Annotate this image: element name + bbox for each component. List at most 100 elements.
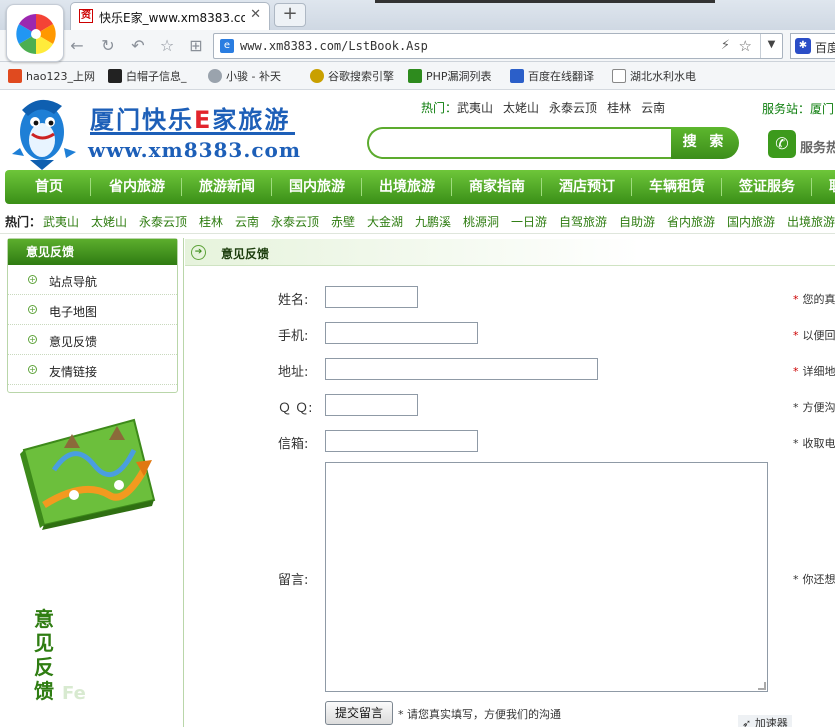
sidebar-title: 意见反馈 xyxy=(8,239,177,265)
sidebar-item-site-nav[interactable]: + 站点导航 xyxy=(8,265,177,295)
forward-refresh-icon[interactable]: ↻ xyxy=(97,36,119,58)
email-note: * 收取电 xyxy=(793,437,835,450)
bookmark-google[interactable]: 谷歌搜索引擎 xyxy=(310,68,394,84)
bookmark-butian[interactable]: 小骏 - 补天 xyxy=(208,68,281,84)
site-search-button[interactable]: 搜 索 xyxy=(671,127,739,159)
bookmark-php[interactable]: PHP漏洞列表 xyxy=(408,68,492,84)
hot-row-item[interactable]: 赤壁 xyxy=(331,213,355,230)
logo-underline xyxy=(90,132,295,135)
hot-row-item[interactable]: 国内旅游 xyxy=(727,213,775,230)
email-input[interactable] xyxy=(325,430,478,452)
resize-grip-icon[interactable] xyxy=(758,682,766,690)
sidebar-item-feedback[interactable]: + 意见反馈 xyxy=(8,325,177,355)
favicon-icon: 资 xyxy=(79,9,93,23)
nav-domestic-travel[interactable]: 国内旅游 xyxy=(289,170,345,204)
address-label: 地址: xyxy=(278,365,309,380)
sidebar-item-map[interactable]: + 电子地图 xyxy=(8,295,177,325)
bookmark-fanyi[interactable]: 百度在线翻译 xyxy=(510,68,594,84)
nav-visa-service[interactable]: 签证服务 xyxy=(739,170,795,204)
bookmark-hubei[interactable]: 湖北水利水电 xyxy=(612,68,696,84)
hot-row-item[interactable]: 永泰云顶 xyxy=(139,213,187,230)
undo-icon[interactable]: ↶ xyxy=(127,36,149,58)
nav-home[interactable]: 首页 xyxy=(35,170,63,204)
lightning-icon[interactable]: ⚡ xyxy=(721,38,730,53)
favorite-star-icon[interactable]: ☆ xyxy=(156,36,178,58)
phone-icon: ✆ xyxy=(768,130,796,158)
url-dropdown-icon[interactable]: ▼ xyxy=(760,34,782,58)
message-textarea[interactable] xyxy=(325,462,768,692)
site-header: 厦门快乐E家旅游 www.xm8383.com 热门：武夷山 太姥山 永泰云顶 桂林云… xyxy=(0,90,835,170)
nav-merchant-guide[interactable]: 商家指南 xyxy=(469,170,525,204)
hot-row-item[interactable]: 大金湖 xyxy=(367,213,403,230)
close-icon[interactable]: ✕ xyxy=(250,7,261,22)
hot-row-item[interactable]: 省内旅游 xyxy=(667,213,715,230)
service-station-label: 服务站：厦门 xyxy=(762,102,835,116)
back-arrow-icon[interactable]: ← xyxy=(66,36,88,58)
nav-travel-news[interactable]: 旅游新闻 xyxy=(199,170,255,204)
status-bar xyxy=(0,714,835,727)
nav-separator xyxy=(721,178,722,196)
search-engine-box[interactable]: ✱ 百度 xyxy=(790,33,835,59)
hot-row-label: 热门： xyxy=(5,215,42,229)
address-note: * 详细地 xyxy=(793,365,835,378)
email-label: 信箱: xyxy=(278,437,309,452)
page-root: 资 快乐E家_www.xm8383.com_Pc ✕ + ← ↻ ↶ ☆ ⊞ e xyxy=(0,0,835,727)
address-input[interactable] xyxy=(325,358,598,380)
grid-apps-icon[interactable]: ⊞ xyxy=(185,36,207,58)
hot-row-item[interactable]: 武夷山 xyxy=(43,213,79,230)
search-engine-label: 百度 xyxy=(815,41,835,55)
hot-keyword[interactable]: 太姥山 xyxy=(503,101,539,115)
bookmarks-bar: hao123_上网 白帽子信息_ 小骏 - 补天 谷歌搜索引擎 PHP漏洞列表 … xyxy=(0,62,835,90)
site-logo-url[interactable]: www.xm8383.com xyxy=(88,138,301,162)
hot-row-item[interactable]: 桂林 xyxy=(199,213,223,230)
hot-row-item[interactable]: 一日游 xyxy=(511,213,547,230)
bookmark-icon xyxy=(108,69,122,83)
nav-separator xyxy=(271,178,272,196)
hot-keyword[interactable]: 云南 xyxy=(641,101,665,115)
hot-row-item[interactable]: 九鹏溪 xyxy=(415,213,451,230)
content-header: ➔ 意见反馈 xyxy=(185,239,835,266)
name-note: * 您的真 xyxy=(793,293,835,306)
accelerator-status[interactable]: ➶ 加速器 xyxy=(738,715,792,727)
nav-outbound-travel[interactable]: 出境旅游 xyxy=(379,170,435,204)
qq-input[interactable] xyxy=(325,394,418,416)
qq-label: Ｑ Ｑ: xyxy=(278,401,313,416)
message-label: 留言: xyxy=(278,573,309,588)
hot-row-item[interactable]: 自驾旅游 xyxy=(559,213,607,230)
nav-separator xyxy=(811,178,812,196)
hot-row-item[interactable]: 桃源洞 xyxy=(463,213,499,230)
phone-input[interactable] xyxy=(325,322,478,344)
hot-row-item[interactable]: 云南 xyxy=(235,213,259,230)
nav-contact[interactable]: 联 xyxy=(829,170,835,204)
address-bar[interactable]: e www.xm8383.com/LstBook.Asp ⚡ ☆ ▼ xyxy=(213,33,783,59)
hot-keyword[interactable]: 桂林 xyxy=(607,101,631,115)
page-icon xyxy=(612,69,626,83)
hot-row-item[interactable]: 永泰云顶 xyxy=(271,213,319,230)
browser-tab-bar: 资 快乐E家_www.xm8383.com_Pc ✕ + xyxy=(0,0,835,30)
new-tab-button[interactable]: + xyxy=(274,3,306,27)
sidebar-item-links[interactable]: + 友情链接 xyxy=(8,355,177,385)
nav-hotel-booking[interactable]: 酒店预订 xyxy=(559,170,615,204)
hot-keyword[interactable]: 永泰云顶 xyxy=(549,101,597,115)
nav-separator xyxy=(631,178,632,196)
site-search-input[interactable] xyxy=(367,127,672,159)
bookmark-icon xyxy=(510,69,524,83)
hot-row-item[interactable]: 出境旅游 xyxy=(787,213,835,230)
bookmark-star-icon[interactable]: ☆ xyxy=(739,37,752,55)
nav-province-travel[interactable]: 省内旅游 xyxy=(109,170,165,204)
bookmark-hao123[interactable]: hao123_上网 xyxy=(8,68,95,84)
nav-car-rental[interactable]: 车辆租赁 xyxy=(649,170,705,204)
hot-keyword[interactable]: 武夷山 xyxy=(457,101,493,115)
hot-row-item[interactable]: 太姥山 xyxy=(91,213,127,230)
bookmark-baimaozi[interactable]: 白帽子信息_ xyxy=(108,68,187,84)
message-note: * 你还想 xyxy=(793,573,835,586)
main-nav: 首页 省内旅游 旅游新闻 国内旅游 出境旅游 商家指南 酒店预订 车辆租赁 签证… xyxy=(5,170,835,204)
browser-logo-icon[interactable] xyxy=(6,4,64,62)
hot-row-item[interactable]: 自助游 xyxy=(619,213,655,230)
browser-tab-active[interactable]: 资 快乐E家_www.xm8383.com_Pc ✕ xyxy=(70,2,270,30)
bookmark-icon xyxy=(310,69,324,83)
name-input[interactable] xyxy=(325,286,418,308)
url-text[interactable]: www.xm8383.com/LstBook.Asp xyxy=(240,39,428,53)
sidebar-menu: 意见反馈 + 站点导航 + 电子地图 + 意见反馈 + 友情链接 xyxy=(7,238,178,393)
site-logo-text[interactable]: 厦门快乐E家旅游 xyxy=(90,100,290,135)
